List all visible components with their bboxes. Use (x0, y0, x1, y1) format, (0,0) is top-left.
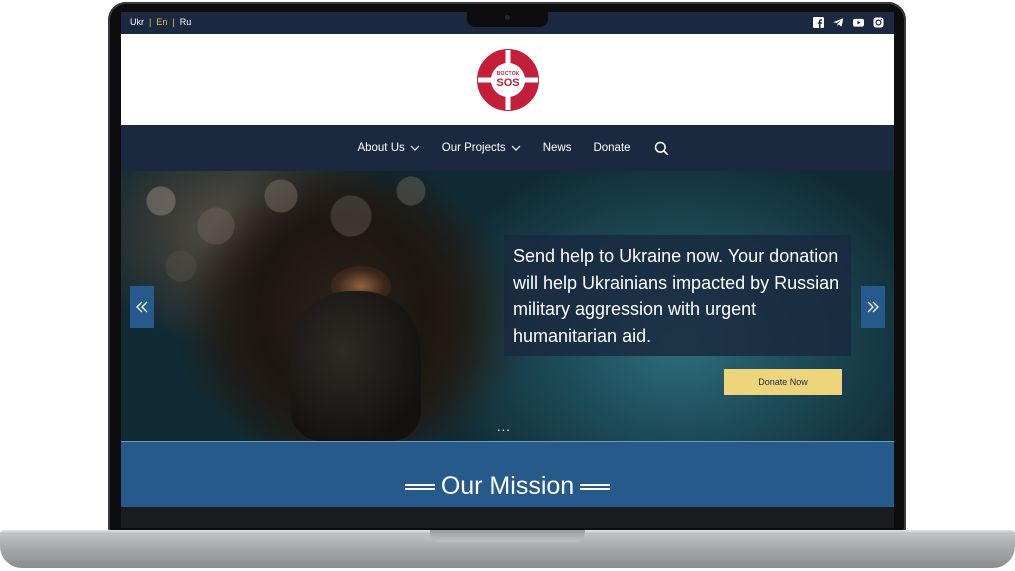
chevron-down-icon (410, 145, 420, 151)
nav-about-us[interactable]: About Us (357, 142, 420, 154)
slider-dots[interactable]: ... (497, 419, 511, 434)
hero-image-mask (291, 291, 421, 441)
vostok-sos-logo[interactable]: ВОСТОК SOS (476, 48, 540, 112)
browser-screen: Ukr | En | Ru ВОСТОК SOS About Us Our Pr… (121, 12, 894, 528)
screen-bottom-edge (121, 507, 894, 528)
lang-en[interactable]: En (156, 17, 167, 27)
logo-main-text: SOS (496, 77, 520, 89)
hero-message: Send help to Ukraine now. Your donation … (504, 235, 851, 356)
nav-our-projects[interactable]: Our Projects (442, 142, 521, 154)
camera-notch (467, 11, 548, 27)
language-switcher: Ukr | En | Ru (130, 17, 191, 27)
slider-next-button[interactable] (861, 286, 885, 328)
instagram-icon[interactable] (873, 17, 884, 28)
nav-our-projects-label: Our Projects (441, 142, 506, 154)
camera-icon (505, 15, 510, 20)
logo-header: ВОСТОК SOS (121, 34, 894, 125)
telegram-icon[interactable] (833, 17, 844, 28)
nav-donate[interactable]: Donate (593, 142, 630, 154)
chevron-double-left-icon (136, 301, 148, 313)
lang-separator: | (149, 17, 152, 27)
facebook-icon[interactable] (813, 17, 824, 28)
slider-prev-button[interactable] (130, 286, 154, 328)
mission-title-text: Our Mission (440, 472, 575, 500)
heading-decoration-right (580, 483, 611, 490)
social-links (813, 17, 884, 28)
mission-heading: Our Mission (121, 472, 894, 501)
lang-ukr[interactable]: Ukr (130, 17, 144, 27)
search-icon[interactable] (654, 141, 669, 156)
nav-donate-label: Donate (593, 142, 631, 154)
lang-separator: | (172, 17, 175, 27)
hero-slider: Send help to Ukraine now. Your donation … (121, 171, 894, 441)
youtube-icon[interactable] (853, 17, 864, 28)
nav-news-label: News (542, 142, 572, 154)
laptop-trackpad-notch (430, 530, 585, 542)
mission-section: Our Mission (121, 442, 894, 507)
nav-about-us-label: About Us (357, 142, 405, 154)
donate-now-button[interactable]: Donate Now (724, 369, 842, 395)
lang-ru[interactable]: Ru (180, 17, 192, 27)
main-navigation: About Us Our Projects News Donate (121, 125, 894, 171)
hero-image-camo (121, 171, 481, 291)
chevron-down-icon (511, 145, 521, 151)
nav-news[interactable]: News (543, 142, 572, 154)
chevron-double-right-icon (867, 301, 879, 313)
heading-decoration-left (404, 483, 435, 490)
